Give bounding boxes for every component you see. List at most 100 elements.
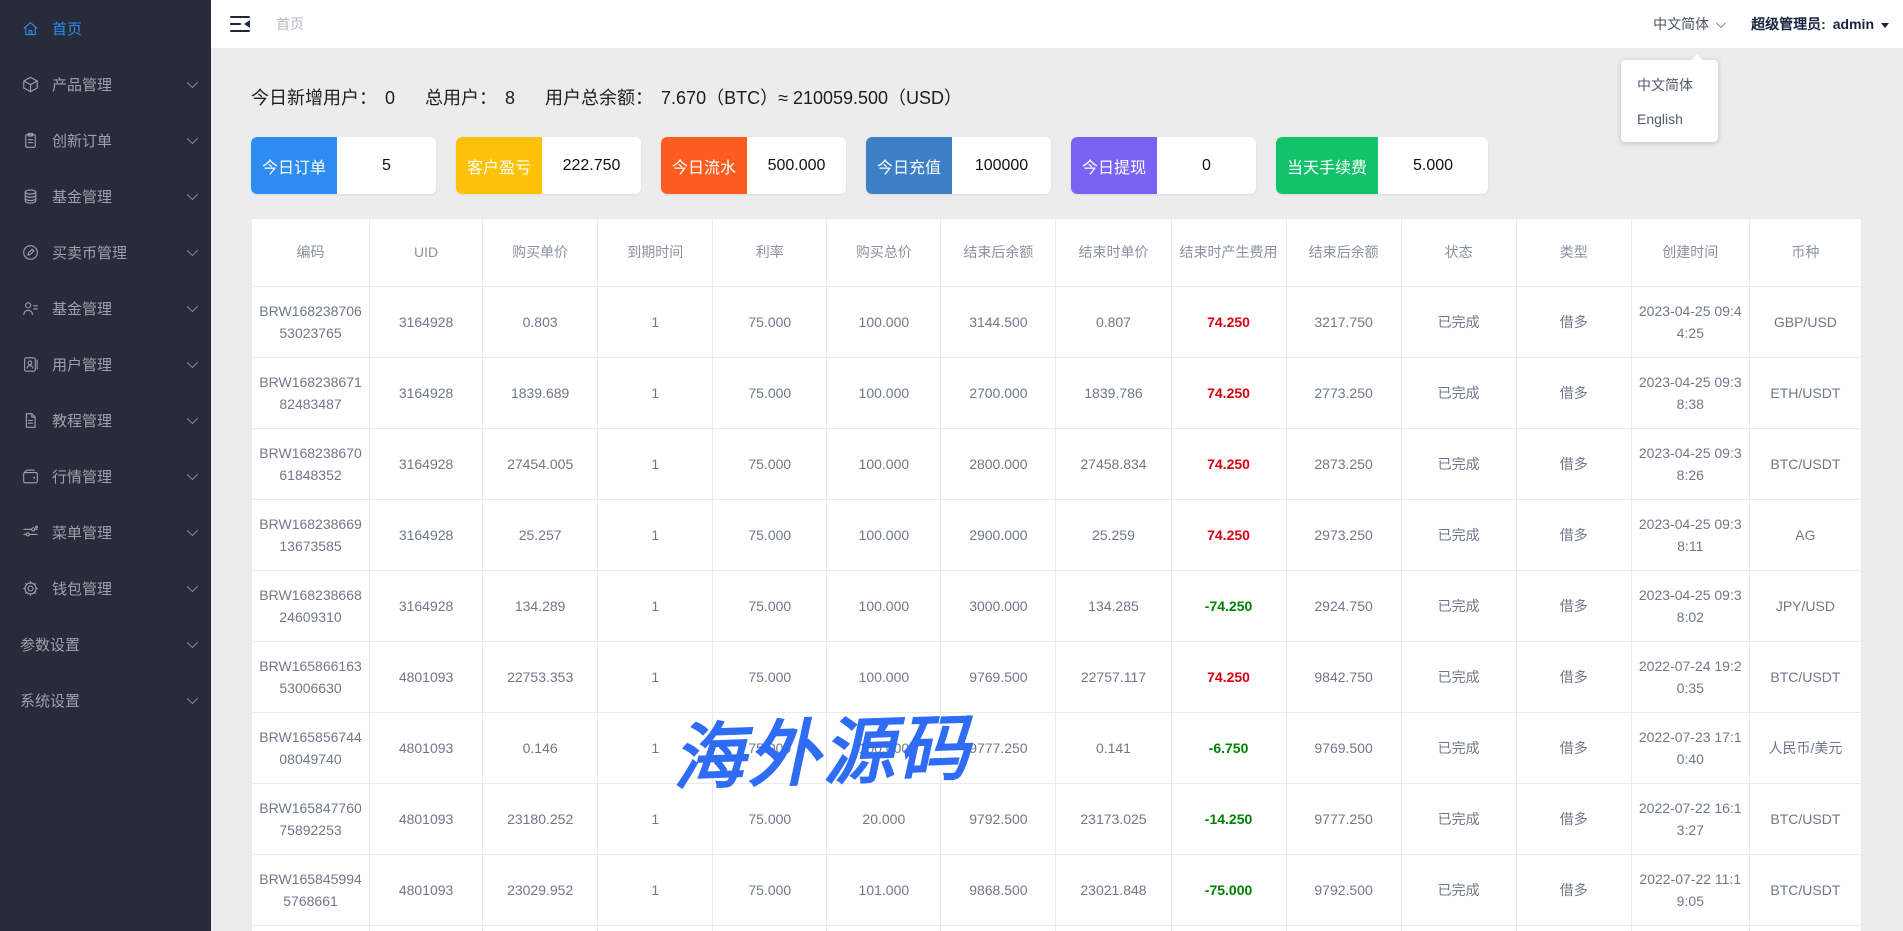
sidebar-item-label: 教程管理	[52, 410, 112, 431]
table-cell: 2022-07-22 11:19:05	[1631, 855, 1749, 926]
sidebar-item-user-management[interactable]: 用户管理	[0, 336, 211, 392]
sidebar-item-market-management[interactable]: 行情管理	[0, 448, 211, 504]
contact-book-icon	[20, 354, 40, 374]
table-cell: 74.250	[1171, 358, 1286, 429]
table-cell: AG	[1749, 500, 1861, 571]
table-cell: 75.000	[713, 571, 827, 642]
table-cell: 3164928	[370, 287, 483, 358]
table-cell: 9792.500	[941, 784, 1056, 855]
table-cell: 3000.000	[941, 571, 1056, 642]
sidebar-item-innovation-orders[interactable]: 创新订单	[0, 112, 211, 168]
sidebar-item-tutorial-management[interactable]: 教程管理	[0, 392, 211, 448]
table-cell	[483, 926, 598, 931]
table-cell: 23029.952	[483, 855, 598, 926]
table-cell: 2022-07-24 19:20:35	[1631, 642, 1749, 713]
table-cell	[1401, 926, 1516, 931]
document-icon	[20, 410, 40, 430]
sidebar-item-system-settings[interactable]: 系统设置	[0, 672, 211, 728]
language-selector[interactable]: 中文简体	[1653, 14, 1723, 34]
table-cell: BRW16585674408049740	[252, 713, 370, 784]
table-cell	[1749, 926, 1861, 931]
table-header-cell: 编码	[252, 219, 370, 287]
table-cell: 25.257	[483, 500, 598, 571]
table-cell: 0.803	[483, 287, 598, 358]
table-header-cell: 类型	[1516, 219, 1631, 287]
table-cell: -75.000	[1171, 855, 1286, 926]
table-cell: 借多	[1516, 429, 1631, 500]
table-cell: BRW16584776075892253	[252, 784, 370, 855]
table-cell: 134.289	[483, 571, 598, 642]
table-cell: 100.000	[827, 429, 941, 500]
stat-card-today-withdraw: 今日提现0	[1071, 137, 1256, 194]
breadcrumb[interactable]: 首页	[276, 14, 304, 34]
stat-card-value: 5.000	[1378, 137, 1488, 194]
table-cell: 74.250	[1171, 642, 1286, 713]
table-cell: BTC/USDT	[1749, 855, 1861, 926]
table-cell: 9868.500	[941, 855, 1056, 926]
topbar-right: 中文简体 超级管理员: admin	[1653, 14, 1889, 34]
table-cell: 1	[598, 287, 713, 358]
sidebar-item-product-management[interactable]: 产品管理	[0, 56, 211, 112]
sidebar-item-menu-management[interactable]: 菜单管理	[0, 504, 211, 560]
table-cell: 9769.500	[1286, 713, 1401, 784]
language-option-zh[interactable]: 中文简体	[1621, 67, 1718, 103]
sidebar-item-wallet-management[interactable]: 钱包管理	[0, 560, 211, 616]
table-cell: 75.000	[713, 287, 827, 358]
stat-value: 0	[385, 88, 395, 108]
sidebar-item-fund-management-2[interactable]: 基金管理	[0, 280, 211, 336]
admin-name: admin	[1833, 16, 1874, 32]
table-header-cell: 购买总价	[827, 219, 941, 287]
home-icon	[20, 18, 40, 38]
sidebar-item-coin-trade-management[interactable]: 买卖币管理	[0, 224, 211, 280]
table-cell: 134.285	[1056, 571, 1171, 642]
stat-card-today-fees: 当天手续费5.000	[1276, 137, 1488, 194]
table-cell: 借多	[1516, 287, 1631, 358]
table-header-cell: 到期时间	[598, 219, 713, 287]
table-cell: 4801093	[370, 713, 483, 784]
table-cell: 22757.117	[1056, 642, 1171, 713]
table-cell: 借多	[1516, 855, 1631, 926]
wallet-icon	[20, 466, 40, 486]
chevron-down-icon	[1716, 18, 1726, 28]
table-header-cell: 结束后余额	[941, 219, 1056, 287]
cube-icon	[20, 74, 40, 94]
sidebar: 首页产品管理创新订单基金管理买卖币管理基金管理用户管理教程管理行情管理菜单管理钱…	[0, 0, 211, 931]
sidebar-item-fund-management[interactable]: 基金管理	[0, 168, 211, 224]
table-cell: 2873.250	[1286, 429, 1401, 500]
stat-total-balance: 用户总余额：7.670（BTC）≈ 210059.500（USD）	[545, 84, 962, 110]
sidebar-item-parameter-settings[interactable]: 参数设置	[0, 616, 211, 672]
table-cell: 3164928	[370, 571, 483, 642]
table-cell: 已完成	[1401, 287, 1516, 358]
chevron-down-icon	[187, 581, 198, 592]
table-cell: -74.250	[1171, 571, 1286, 642]
table-cell: 借多	[1516, 500, 1631, 571]
table-row: BRW16823867061848352316492827454.005175.…	[252, 429, 1862, 500]
language-option-en[interactable]: English	[1621, 103, 1718, 135]
table-cell: 1	[598, 784, 713, 855]
table-cell: 9777.250	[1286, 784, 1401, 855]
table-cell: 3164928	[370, 429, 483, 500]
table-cell: 100.000	[827, 571, 941, 642]
table-cell: 1	[598, 855, 713, 926]
sidebar-item-label: 买卖币管理	[52, 242, 127, 263]
table-cell	[252, 926, 370, 931]
table-cell: GBP/USD	[1749, 287, 1861, 358]
stat-card-label: 今日流水	[661, 137, 747, 194]
admin-menu[interactable]: 超级管理员: admin	[1751, 14, 1889, 34]
table-header-cell: 创建时间	[1631, 219, 1749, 287]
table-cell: 74.250	[1171, 429, 1286, 500]
chevron-down-icon	[187, 77, 198, 88]
menu-collapse-icon[interactable]	[230, 16, 250, 33]
table-cell: 借多	[1516, 713, 1631, 784]
sidebar-item-label: 菜单管理	[52, 522, 112, 543]
sidebar-item-home[interactable]: 首页	[0, 0, 211, 56]
chevron-down-icon	[187, 637, 198, 648]
orders-table-wrap: 编码UID购买单价到期时间利率购买总价结束后余额结束时单价结束时产生费用结束后余…	[251, 218, 1862, 931]
table-cell: BTC/USDT	[1749, 429, 1861, 500]
table-cell: 0.141	[1056, 713, 1171, 784]
table-cell	[1631, 926, 1749, 931]
table-cell: 9842.750	[1286, 642, 1401, 713]
table-cell: 0.146	[483, 713, 598, 784]
table-cell: 75.000	[713, 713, 827, 784]
table-cell: 27454.005	[483, 429, 598, 500]
